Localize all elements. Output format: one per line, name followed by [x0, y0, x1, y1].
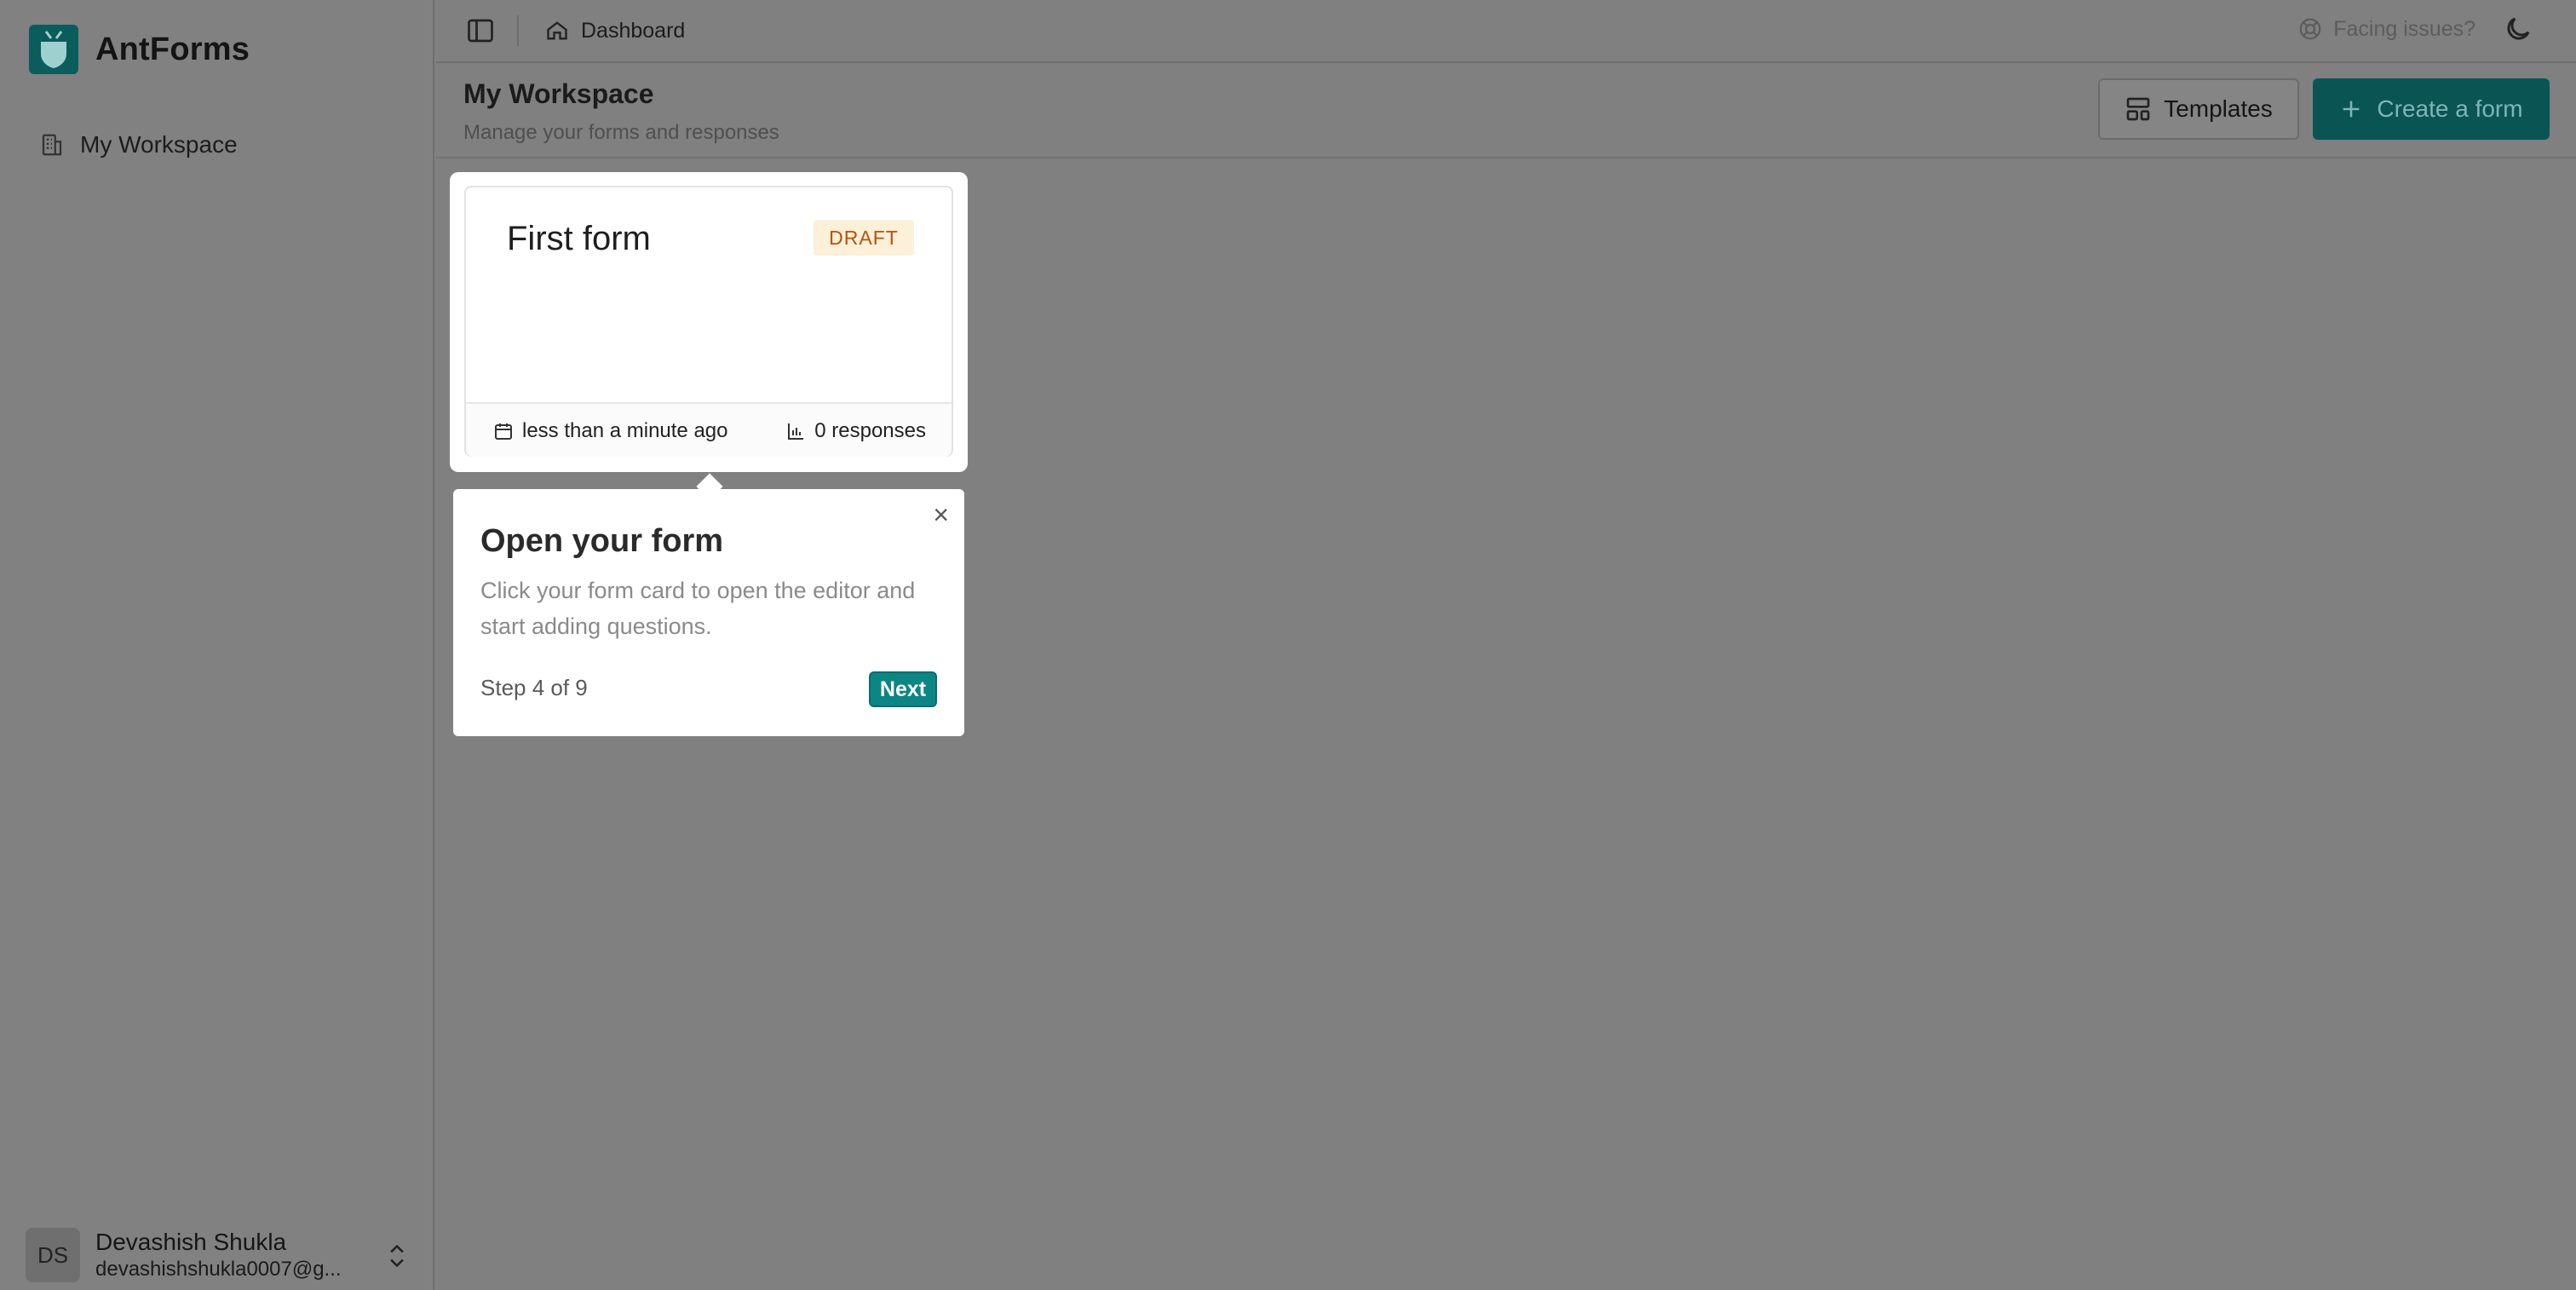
tour-description: Click your form card to open the editor …: [480, 578, 916, 639]
form-card-title: First form: [507, 220, 651, 257]
status-badge: DRAFT: [814, 220, 914, 256]
building-icon: [42, 134, 62, 156]
sidebar-toggle-icon[interactable]: [465, 15, 496, 46]
brand[interactable]: AntForms: [29, 24, 250, 75]
breadcrumb-dashboard: Dashboard: [581, 18, 686, 43]
form-card-footer: less than a minute ago 0 responses: [466, 402, 952, 457]
templates-label: Templates: [2164, 95, 2273, 122]
avatar: DS: [26, 1228, 80, 1282]
create-form-label: Create a form: [2377, 95, 2523, 122]
sidebar-item-label: My Workspace: [80, 131, 238, 158]
sidebar-item-my-workspace[interactable]: My Workspace: [39, 128, 238, 162]
user-email: devashishshukla0007@g...: [95, 1258, 342, 1281]
user-name: Devashish Shukla: [95, 1229, 287, 1255]
layout-template-icon: [2126, 97, 2150, 121]
form-card[interactable]: First form DRAFT less than a minute ago …: [464, 186, 953, 457]
bar-chart-icon: [788, 423, 804, 440]
tour-title: Open your form: [480, 523, 724, 559]
next-button[interactable]: Next: [869, 671, 937, 707]
close-icon[interactable]: ×: [933, 501, 949, 528]
moon-icon[interactable]: [2503, 14, 2533, 44]
facing-issues-label: Facing issues?: [2333, 16, 2475, 41]
calendar-icon: [495, 423, 512, 440]
breadcrumb[interactable]: Dashboard: [545, 15, 685, 46]
home-icon: [547, 21, 567, 40]
antforms-logo-icon: [29, 25, 78, 74]
chevron-up-down-icon: [390, 1244, 404, 1268]
templates-button[interactable]: Templates: [2098, 78, 2299, 140]
tour-popover: × Open your form Click your form card to…: [453, 489, 964, 736]
user-menu[interactable]: DS Devashish Shukla devashishshukla0007@…: [26, 1227, 409, 1283]
form-response-count: 0 responses: [814, 419, 926, 442]
create-form-button[interactable]: Create a form: [2313, 78, 2550, 140]
header-divider: [436, 157, 2576, 158]
divider: [517, 15, 519, 46]
topbar: Dashboard Facing issues?: [436, 0, 2576, 63]
page-title: My Workspace: [463, 78, 654, 109]
lifebuoy-icon: [2299, 18, 2321, 40]
plus-icon: [2343, 101, 2360, 118]
tour-step-counter: Step 4 of 9: [480, 675, 588, 700]
facing-issues-link[interactable]: Facing issues?: [2297, 14, 2475, 44]
app-name: AntForms: [95, 31, 250, 67]
form-updated-time: less than a minute ago: [522, 419, 728, 442]
page-subtitle: Manage your forms and responses: [463, 121, 779, 144]
sidebar: AntForms My Workspace DS Devashish Shukl…: [0, 0, 434, 1290]
